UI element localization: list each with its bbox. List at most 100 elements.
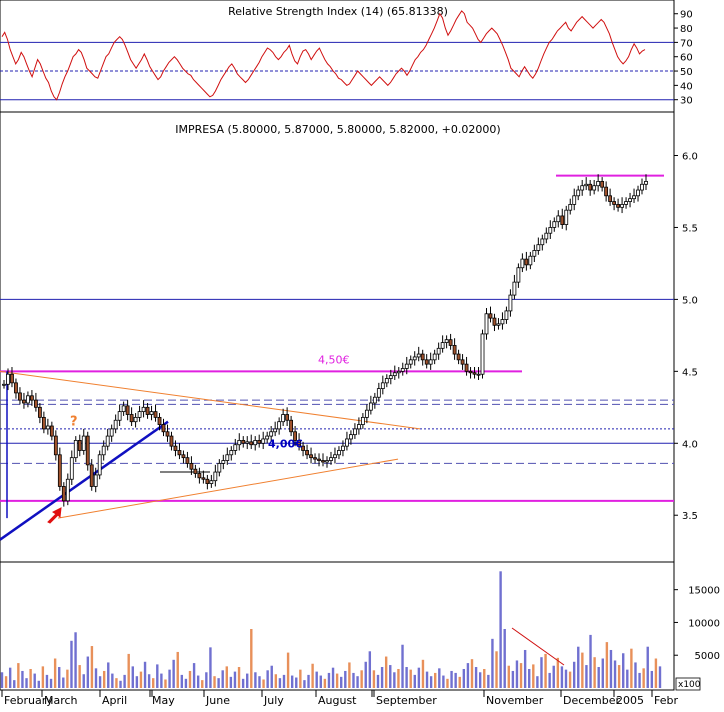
price-tick-label: 5.5 (682, 223, 698, 234)
candle-up (552, 221, 557, 228)
volume-bar (127, 653, 130, 688)
volume-bar (572, 661, 576, 688)
candle-up (217, 463, 222, 473)
candle-down (456, 353, 461, 361)
volume-bar (176, 651, 179, 688)
candle-up (277, 421, 282, 430)
volume-bar (229, 676, 233, 688)
candle-up (109, 428, 114, 437)
candle-up (404, 363, 409, 369)
volume-bar (270, 665, 273, 688)
volume-bar (299, 669, 302, 688)
candle-down (420, 353, 425, 361)
volume-bar (266, 670, 269, 688)
volume-bar (556, 657, 560, 688)
volume-bar (352, 672, 355, 688)
candle-down (464, 363, 469, 372)
candle-up (568, 204, 573, 211)
volume-bar (478, 672, 482, 688)
month-label: May (152, 694, 175, 707)
candle-down (608, 195, 613, 202)
volume-bar (205, 672, 208, 688)
candle-up (261, 438, 266, 444)
volume-bar (605, 642, 609, 688)
rsi-tick-label: 30 (680, 96, 693, 107)
candle-up (584, 183, 589, 187)
volume-bar (548, 672, 551, 688)
candle-up (396, 370, 401, 374)
candle-up (209, 480, 214, 484)
candle-up (540, 238, 545, 246)
candle-up (341, 445, 345, 451)
candle-up (516, 267, 521, 283)
candle-down (181, 454, 186, 459)
candle-up (245, 441, 250, 444)
candle-up (556, 215, 561, 223)
candle-up (333, 454, 337, 459)
candle-up (500, 319, 505, 325)
annotation-4-50: 4,50€ (318, 353, 350, 366)
candle-down (560, 215, 565, 225)
volume-bar (356, 676, 359, 688)
candle-up (237, 440, 242, 446)
volume-bar (536, 676, 539, 688)
volume-bar (626, 669, 629, 688)
volume-bar (585, 665, 588, 688)
price-title: IMPRESA (5.80000, 5.87000, 5.80000, 5.82… (175, 123, 500, 136)
volume-bar (593, 657, 596, 688)
chart-canvas: Relative Strength Index (14) (65.81338) … (0, 0, 724, 708)
candle-down (460, 359, 465, 365)
candle-up (26, 395, 30, 404)
volume-bar (503, 629, 506, 688)
volume-bar (78, 665, 81, 688)
candle-up (444, 339, 449, 343)
volume-bar (74, 632, 77, 688)
candle-down (448, 339, 453, 346)
candle-down (185, 457, 190, 464)
candle-up (345, 438, 349, 447)
volume-bar (164, 679, 167, 688)
candle-up (269, 431, 274, 437)
volume-bar (564, 669, 568, 688)
volume-bar (29, 668, 32, 688)
volume-bar (143, 661, 147, 688)
candle-up (356, 424, 361, 430)
candle-down (241, 440, 246, 444)
volume-bar (425, 671, 429, 688)
candle-up (592, 185, 597, 191)
volume-bar (111, 673, 114, 688)
volume-bar (450, 670, 453, 688)
rsi-title: Relative Strength Index (14) (65.81338) (228, 5, 448, 18)
candle-up (636, 189, 640, 197)
stock-chart: Relative Strength Index (14) (65.81338) … (0, 0, 724, 708)
candle-up (644, 181, 648, 185)
candle-down (468, 370, 473, 374)
volume-bar (360, 670, 363, 688)
candle-down (61, 486, 66, 502)
candle-up (221, 460, 226, 464)
candle-up (432, 353, 437, 361)
volume-bar (123, 674, 126, 688)
candle-down (173, 445, 178, 451)
month-label: July (263, 694, 284, 707)
candle-down (14, 382, 18, 394)
volume-bar (278, 678, 282, 688)
candle-up (476, 373, 481, 376)
candle-down (49, 425, 54, 437)
volume-bar (221, 670, 224, 688)
volume-bar (401, 644, 404, 688)
volume-bar (389, 665, 392, 688)
candle-down (193, 468, 198, 474)
volume-bar (364, 661, 367, 688)
candle-up (6, 373, 10, 385)
volume-bar (172, 659, 175, 688)
volume-bar (4, 676, 8, 688)
volume-bar (286, 652, 290, 688)
candle-down (10, 373, 14, 384)
volume-bar (307, 674, 310, 688)
volume-bar (434, 672, 437, 688)
candle-down (313, 457, 317, 460)
candle-down (205, 478, 210, 484)
volume-bar (568, 671, 572, 688)
volume-bar (17, 663, 20, 688)
